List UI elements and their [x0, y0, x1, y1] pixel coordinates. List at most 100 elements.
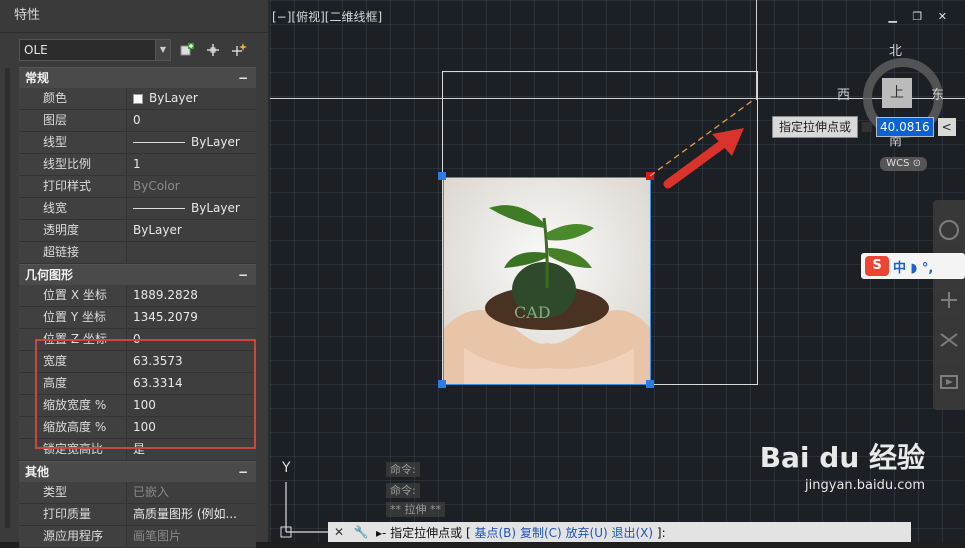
- seedling-image: CAD: [444, 178, 650, 384]
- grip-bottom-left[interactable]: [438, 380, 446, 388]
- object-type-value: OLE: [24, 43, 48, 57]
- section-title: 其他: [25, 465, 50, 479]
- prop-key: 图层: [19, 110, 127, 131]
- prop-row-lock-aspect[interactable]: 锁定宽高比是: [19, 439, 256, 461]
- prop-value[interactable]: 100: [127, 417, 256, 438]
- ime-status[interactable]: 中 ◗ °,: [893, 257, 933, 276]
- prop-value[interactable]: ByLayer: [127, 88, 256, 109]
- prop-row-hyperlink[interactable]: 超链接: [19, 242, 256, 264]
- viewcube-top-face[interactable]: 上: [882, 78, 912, 108]
- select-objects-button[interactable]: [203, 40, 223, 60]
- wrench-icon[interactable]: 🔧: [350, 525, 372, 539]
- down-arrow-icon[interactable]: [862, 122, 873, 132]
- grip-top-left[interactable]: [438, 172, 446, 180]
- grip-bottom-right[interactable]: [646, 380, 654, 388]
- prop-row-plot-quality[interactable]: 打印质量 高质量图形 (例如...: [19, 504, 256, 526]
- prop-row-plotstyle[interactable]: 打印样式 ByColor: [19, 176, 256, 198]
- prop-row-source-app[interactable]: 源应用程序 画笔图片: [19, 526, 256, 548]
- prop-value[interactable]: 1: [127, 154, 256, 175]
- option-undo[interactable]: 放弃(U): [566, 526, 608, 540]
- prop-row-pos-x[interactable]: 位置 X 坐标 1889.2828: [19, 285, 256, 307]
- command-history-line: 命令:: [386, 483, 420, 498]
- compass-east[interactable]: 东: [931, 84, 944, 103]
- prop-key: 高度: [19, 373, 127, 394]
- option-base-point[interactable]: 基点(B): [475, 526, 517, 540]
- dynamic-value-input[interactable]: 40.0816: [876, 117, 934, 137]
- ole-watermark-text: CAD: [514, 303, 551, 322]
- section-general[interactable]: 常规 −: [19, 67, 256, 88]
- prop-key: 颜色: [19, 88, 127, 109]
- prop-value[interactable]: 0: [127, 110, 256, 131]
- property-list: 常规 − 颜色 ByLayer 图层 0 线型 ByLayer 线型比例 1 打印样式 By…: [19, 67, 256, 548]
- prop-row-type[interactable]: 类型 已嵌入: [19, 482, 256, 504]
- toggle-pickadd-button[interactable]: [177, 40, 197, 60]
- prop-value[interactable]: 1889.2828: [127, 285, 256, 306]
- prop-value[interactable]: ByLayer: [127, 132, 256, 153]
- viewport-window-controls[interactable]: ▁ ❐ ✕: [888, 10, 953, 23]
- command-line[interactable]: ✕ 🔧 ▸- 指定拉伸点或 [ 基点(B) 复制(C) 放弃(U) 退出(X) …: [328, 522, 911, 542]
- prop-row-scale-width[interactable]: 缩放宽度 % 100: [19, 395, 256, 417]
- prop-value[interactable]: ByLayer: [127, 198, 256, 219]
- navigation-bar[interactable]: [933, 200, 965, 410]
- prop-row-pos-z[interactable]: 位置 Z 坐标 0: [19, 329, 256, 351]
- prop-value[interactable]: 63.3314: [127, 373, 256, 394]
- prop-value[interactable]: 0: [127, 329, 256, 350]
- wcs-menu[interactable]: WCS ⊙: [880, 157, 927, 171]
- compass-west[interactable]: 西: [837, 84, 850, 103]
- close-icon[interactable]: ✕: [328, 525, 350, 539]
- prop-value-text: ByLayer: [191, 201, 240, 215]
- compass-north[interactable]: 北: [889, 40, 902, 59]
- dynamic-input: 指定拉伸点或 40.0816 <: [772, 116, 956, 138]
- prop-row-lineweight[interactable]: 线宽 ByLayer: [19, 198, 256, 220]
- section-geometry[interactable]: 几何图形 −: [19, 264, 256, 285]
- ime-toolbar[interactable]: S 中 ◗ °,: [861, 253, 965, 279]
- prop-key: 线宽: [19, 198, 127, 219]
- command-prompt[interactable]: ▸- 指定拉伸点或 [ 基点(B) 复制(C) 放弃(U) 退出(X) ]:: [372, 524, 666, 541]
- prop-key: 超链接: [19, 242, 127, 263]
- quick-select-button[interactable]: [229, 40, 249, 60]
- prop-row-linetype[interactable]: 线型 ByLayer: [19, 132, 256, 154]
- prop-key: 打印样式: [19, 176, 127, 197]
- prop-key: 位置 Y 坐标: [19, 307, 127, 328]
- section-misc[interactable]: 其他 −: [19, 461, 256, 482]
- option-copy[interactable]: 复制(C): [520, 526, 562, 540]
- prop-value[interactable]: 100: [127, 395, 256, 416]
- collapse-icon[interactable]: −: [238, 265, 248, 285]
- angle-field[interactable]: <: [937, 118, 956, 136]
- prop-row-width[interactable]: 宽度 63.3573: [19, 351, 256, 373]
- prop-key: 线型: [19, 132, 127, 153]
- ole-image[interactable]: CAD: [443, 177, 651, 385]
- prop-row-height[interactable]: 高度 63.3314: [19, 373, 256, 395]
- line-sample-icon: [133, 142, 185, 143]
- prop-key: 源应用程序: [19, 526, 127, 547]
- prop-value[interactable]: [127, 242, 256, 263]
- collapse-icon[interactable]: −: [238, 68, 248, 88]
- prop-value[interactable]: 是: [127, 439, 256, 460]
- prop-row-pos-y[interactable]: 位置 Y 坐标 1345.2079: [19, 307, 256, 329]
- annotation-arrow-icon: [663, 128, 744, 189]
- prop-value[interactable]: 高质量图形 (例如...: [127, 504, 256, 525]
- prop-row-transparency[interactable]: 透明度 ByLayer: [19, 220, 256, 242]
- panel-scrollbar[interactable]: [5, 68, 10, 528]
- viewport-controls-label[interactable]: [−][俯视][二维线框]: [272, 8, 382, 25]
- prop-value[interactable]: 63.3573: [127, 351, 256, 372]
- prop-row-ltscale[interactable]: 线型比例 1: [19, 154, 256, 176]
- sogou-icon[interactable]: S: [865, 256, 889, 276]
- chevron-down-icon[interactable]: ▼: [155, 40, 170, 60]
- prop-key: 打印质量: [19, 504, 127, 525]
- command-suffix: ]:: [656, 525, 666, 540]
- option-exit[interactable]: 退出(X): [612, 526, 654, 540]
- prop-row-scale-height[interactable]: 缩放高度 % 100: [19, 417, 256, 439]
- prop-row-color[interactable]: 颜色 ByLayer: [19, 88, 256, 110]
- section-title: 常规: [25, 71, 50, 85]
- baidu-watermark-logo: Bai du 经验 jingyan.baidu.com: [760, 436, 925, 493]
- prop-key: 类型: [19, 482, 127, 503]
- prop-row-layer[interactable]: 图层 0: [19, 110, 256, 132]
- collapse-icon[interactable]: −: [238, 462, 248, 482]
- command-history-line: ** 拉伸 **: [386, 502, 445, 517]
- drawing-viewport[interactable]: [−][俯视][二维线框] ▁ ❐ ✕ CAD 上 北 西 东 南 WCS ⊙ …: [270, 0, 965, 542]
- prop-key: 透明度: [19, 220, 127, 241]
- object-type-select[interactable]: OLE ▼: [19, 39, 171, 61]
- prop-value[interactable]: 1345.2079: [127, 307, 256, 328]
- prop-value[interactable]: ByLayer: [127, 220, 256, 241]
